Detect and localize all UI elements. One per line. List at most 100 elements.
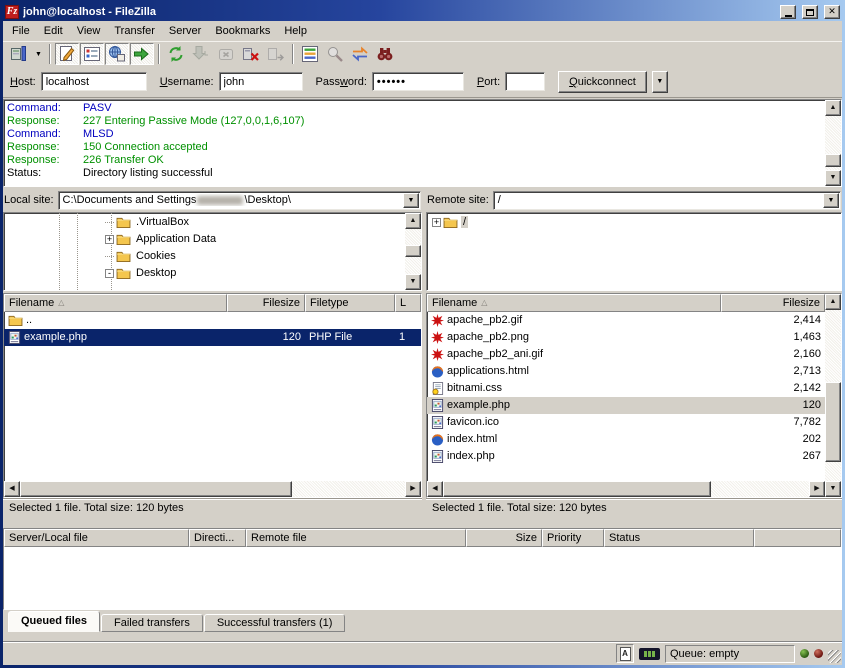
scroll-down-button[interactable]: ▼	[405, 274, 421, 290]
scroll-down-button[interactable]: ▼	[825, 481, 841, 497]
menu-edit[interactable]: Edit	[37, 23, 70, 39]
remote-site-dropdown-button[interactable]: ▼	[823, 193, 839, 208]
quickconnect-button[interactable]: Quickconnect	[558, 71, 647, 93]
menu-help[interactable]: Help	[277, 23, 314, 39]
tree-item-root[interactable]: +/	[427, 214, 841, 231]
scroll-thumb[interactable]	[825, 382, 841, 462]
local-horizontal-scrollbar[interactable]: ◀ ▶	[4, 481, 421, 497]
scroll-up-button[interactable]: ▲	[825, 294, 841, 310]
remote-horizontal-scrollbar[interactable]: ◀ ▶	[427, 481, 825, 497]
scroll-up-button[interactable]: ▲	[825, 100, 841, 116]
toggle-local-tree-button[interactable]	[80, 43, 104, 65]
expand-icon[interactable]: +	[105, 235, 114, 244]
scroll-down-button[interactable]: ▼	[825, 170, 841, 186]
resize-grip[interactable]	[828, 650, 841, 663]
scroll-track[interactable]	[443, 481, 809, 497]
column-header-status[interactable]: Status	[604, 529, 754, 547]
reconnect-button[interactable]	[264, 43, 288, 65]
file-row-bitnami-css[interactable]: bitnami.css2,142	[427, 380, 825, 397]
synchronized-browsing-button[interactable]	[348, 43, 372, 65]
close-icon: ✕	[828, 8, 836, 17]
toggle-queue-button[interactable]	[130, 43, 154, 65]
file-row-index-html[interactable]: index.html202	[427, 431, 825, 448]
directory-comparison-button[interactable]	[323, 43, 347, 65]
local-site-combo[interactable]: C:\Documents and Settings\Desktop\ ▼	[58, 191, 421, 210]
file-row-apache-pb2-ani-gif[interactable]: apache_pb2_ani.gif2,160	[427, 346, 825, 363]
column-header-filetype[interactable]: Filetype	[305, 294, 395, 312]
password-input[interactable]	[372, 72, 464, 91]
file-row-index-php[interactable]: index.php267	[427, 448, 825, 465]
disconnect-button[interactable]	[239, 43, 263, 65]
queue-body	[4, 547, 841, 609]
title-bar[interactable]: Fz john@localhost - FileZilla ✕	[3, 3, 842, 21]
window-title: john@localhost - FileZilla	[23, 6, 774, 18]
scroll-up-button[interactable]: ▲	[405, 213, 421, 229]
column-header-l[interactable]: L	[395, 294, 421, 312]
username-input[interactable]	[219, 72, 303, 91]
scroll-left-button[interactable]: ◀	[4, 481, 20, 497]
remote-site-combo[interactable]: / ▼	[493, 191, 841, 210]
menu-transfer[interactable]: Transfer	[107, 23, 162, 39]
minimize-button[interactable]	[780, 5, 796, 19]
menu-server[interactable]: Server	[162, 23, 208, 39]
site-manager-button[interactable]	[7, 43, 31, 65]
host-input[interactable]	[41, 72, 147, 91]
menu-file[interactable]: File	[5, 23, 37, 39]
scroll-left-button[interactable]: ◀	[427, 481, 443, 497]
find-files-button[interactable]	[373, 43, 397, 65]
file-row-item[interactable]: ..	[4, 312, 421, 329]
scroll-right-button[interactable]: ▶	[405, 481, 421, 497]
log-scrollbar[interactable]: ▲ ▼	[825, 100, 841, 186]
column-header-filesize[interactable]: Filesize	[227, 294, 305, 312]
column-header-size[interactable]: Size	[466, 529, 542, 547]
site-manager-dropdown-button[interactable]: ▼	[32, 43, 45, 65]
scroll-thumb[interactable]	[443, 481, 711, 497]
process-queue-button[interactable]	[189, 43, 213, 65]
tree-item-virtualbox[interactable]: .VirtualBox	[4, 214, 405, 231]
tab-successful-transfers-1[interactable]: Successful transfers (1)	[204, 614, 346, 632]
local-tree-scrollbar[interactable]: ▲ ▼	[405, 213, 421, 290]
file-row-example-php[interactable]: example.php120PHP File1	[4, 329, 421, 346]
menu-bookmarks[interactable]: Bookmarks	[208, 23, 277, 39]
local-site-dropdown-button[interactable]: ▼	[403, 193, 419, 208]
menu-view[interactable]: View	[70, 23, 108, 39]
column-header-filename[interactable]: Filename△	[4, 294, 227, 312]
tree-item-cookies[interactable]: Cookies	[4, 248, 405, 265]
toggle-remote-tree-button[interactable]	[105, 43, 129, 65]
file-row-favicon-ico[interactable]: favicon.ico7,782	[427, 414, 825, 431]
maximize-button[interactable]	[802, 5, 818, 19]
file-row-apache-pb2-gif[interactable]: apache_pb2.gif2,414	[427, 312, 825, 329]
column-header-directi[interactable]: Directi...	[189, 529, 246, 547]
tree-item-application-data[interactable]: +Application Data	[4, 231, 405, 248]
toggle-message-log-button[interactable]	[55, 43, 79, 65]
scroll-track[interactable]	[405, 229, 421, 274]
quickconnect-dropdown-button[interactable]: ▼	[652, 71, 668, 93]
filter-button[interactable]	[298, 43, 322, 65]
scroll-thumb[interactable]	[405, 245, 421, 257]
remote-vertical-scrollbar[interactable]: ▲ ▼	[825, 294, 841, 497]
close-button[interactable]: ✕	[824, 5, 840, 19]
port-input[interactable]	[505, 72, 545, 91]
tab-queued-files[interactable]: Queued files	[8, 611, 100, 632]
scroll-track[interactable]	[825, 116, 841, 170]
tab-failed-transfers[interactable]: Failed transfers	[101, 614, 203, 632]
file-row-example-php[interactable]: example.php120	[427, 397, 825, 414]
expand-icon[interactable]: +	[432, 218, 441, 227]
file-row-applications-html[interactable]: applications.html2,713	[427, 363, 825, 380]
refresh-button[interactable]	[164, 43, 188, 65]
tree-item-desktop[interactable]: -Desktop	[4, 265, 405, 282]
scroll-track[interactable]	[20, 481, 405, 497]
cancel-button[interactable]	[214, 43, 238, 65]
scroll-thumb[interactable]	[20, 481, 292, 497]
column-header-filesize[interactable]: Filesize	[721, 294, 825, 312]
file-row-apache-pb2-png[interactable]: apache_pb2.png1,463	[427, 329, 825, 346]
column-header-remote-file[interactable]: Remote file	[246, 529, 466, 547]
column-header-filename[interactable]: Filename△	[427, 294, 721, 312]
column-header-priority[interactable]: Priority	[542, 529, 604, 547]
scroll-thumb[interactable]	[825, 154, 841, 167]
collapse-icon[interactable]: -	[105, 269, 114, 278]
scroll-right-button[interactable]: ▶	[809, 481, 825, 497]
scroll-track[interactable]	[825, 310, 841, 481]
toolbar-separator	[292, 44, 294, 64]
column-header-server-local-file[interactable]: Server/Local file	[4, 529, 189, 547]
